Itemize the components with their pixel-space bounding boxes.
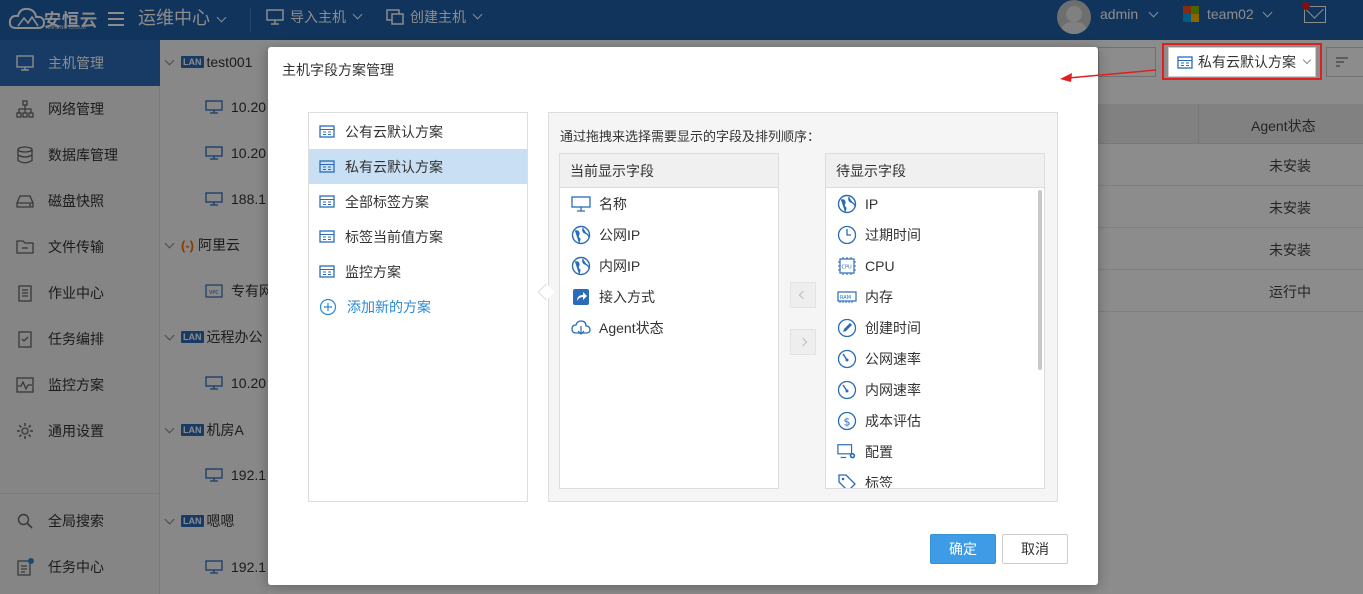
cloud-icon <box>571 318 591 338</box>
move-right-button[interactable] <box>790 329 816 355</box>
drag-hint: 通过拖拽来选择需要显示的字段及排列顺序： <box>560 129 821 144</box>
svg-text:CPU: CPU <box>842 264 853 270</box>
cancel-button[interactable]: 取消 <box>1002 534 1068 564</box>
scheme-item-monitoring[interactable]: 监控方案 <box>309 254 527 289</box>
confirm-button[interactable]: 确定 <box>930 534 996 564</box>
field-label: 配置 <box>865 443 893 460</box>
field-label: IP <box>865 195 879 212</box>
field-label: Agent状态 <box>599 319 664 336</box>
globe-icon <box>571 256 591 276</box>
plus-circle-icon <box>319 298 337 315</box>
scheme-label: 全部标签方案 <box>345 193 429 210</box>
ram-icon: RAM <box>837 287 857 307</box>
field-item-private-ip[interactable]: 内网IP <box>560 250 778 281</box>
scheme-label: 公有云默认方案 <box>345 123 443 140</box>
field-label: 接入方式 <box>599 288 655 305</box>
highlight-box <box>1162 43 1322 80</box>
field-item-public-rate[interactable]: 公网速率 <box>826 343 1044 374</box>
field-item-create-time[interactable]: 创建时间 <box>826 312 1044 343</box>
chevron-right-icon <box>798 337 808 347</box>
scheme-item-tag-current-value[interactable]: 标签当前值方案 <box>309 219 527 254</box>
add-scheme-button[interactable]: 添加新的方案 <box>309 289 527 324</box>
field-item-cost-estimate[interactable]: $ 成本评估 <box>826 405 1044 436</box>
cpu-icon: CPU <box>837 256 857 276</box>
table-icon <box>319 195 335 208</box>
svg-text:RAM: RAM <box>840 295 851 301</box>
field-item-name[interactable]: 名称 <box>560 188 778 219</box>
svg-text:$: $ <box>844 415 851 428</box>
field-item-expire-time[interactable]: 过期时间 <box>826 219 1044 250</box>
field-scheme-modal: 主机字段方案管理 公有云默认方案 私有云默认方案 全部标签方案 标签当前值方案 … <box>268 47 1098 585</box>
field-label: 名称 <box>599 195 627 212</box>
gauge-icon <box>837 380 857 400</box>
tag-icon <box>837 473 857 488</box>
pencil-icon <box>837 318 857 338</box>
scheme-label: 监控方案 <box>345 263 401 280</box>
table-icon <box>319 160 335 173</box>
clock-icon <box>837 225 857 245</box>
scheme-item-all-tags[interactable]: 全部标签方案 <box>309 184 527 219</box>
globe-icon <box>837 194 857 214</box>
field-config-panel: 通过拖拽来选择需要显示的字段及排列顺序： 当前显示字段 名称 公网IP 内网IP… <box>548 112 1058 502</box>
annotation-arrow-icon <box>1060 69 1157 82</box>
modal-title: 主机字段方案管理 <box>282 62 394 78</box>
current-fields-title: 当前显示字段 <box>560 154 778 188</box>
field-item-memory[interactable]: RAM 内存 <box>826 281 1044 312</box>
field-label: 成本评估 <box>865 412 921 429</box>
table-icon <box>319 230 335 243</box>
field-item-public-ip[interactable]: 公网IP <box>560 219 778 250</box>
scheme-item-public-cloud[interactable]: 公有云默认方案 <box>309 114 527 149</box>
field-label: 过期时间 <box>865 226 921 243</box>
pending-fields-list: 待显示字段 IP 过期时间 CPU CPU RAM 内存 创建时间 公网速率 内… <box>825 153 1045 489</box>
field-item-private-rate[interactable]: 内网速率 <box>826 374 1044 405</box>
scheme-list: 公有云默认方案 私有云默认方案 全部标签方案 标签当前值方案 监控方案 添加新的… <box>308 112 528 502</box>
field-item-ip[interactable]: IP <box>826 188 1044 219</box>
scheme-label: 私有云默认方案 <box>345 158 443 175</box>
field-label: 内网速率 <box>865 381 921 398</box>
globe-icon <box>571 225 591 245</box>
table-icon <box>319 265 335 278</box>
field-item-cpu[interactable]: CPU CPU <box>826 250 1044 281</box>
field-item-agent-status[interactable]: Agent状态 <box>560 312 778 343</box>
scheme-label: 标签当前值方案 <box>345 228 443 245</box>
share-icon <box>571 287 591 307</box>
chevron-left-icon <box>798 290 808 300</box>
monitor-icon <box>571 194 591 214</box>
scheme-item-private-cloud[interactable]: 私有云默认方案 <box>309 149 527 184</box>
field-label: 公网速率 <box>865 350 921 367</box>
config-icon <box>837 442 857 462</box>
scrollbar[interactable] <box>1038 190 1042 370</box>
field-label: 内网IP <box>599 257 641 274</box>
move-left-button[interactable] <box>790 282 816 308</box>
dollar-icon: $ <box>837 411 857 431</box>
field-label: 标签 <box>865 474 893 489</box>
field-item-config[interactable]: 配置 <box>826 436 1044 467</box>
field-label: CPU <box>865 257 895 274</box>
current-fields-list: 当前显示字段 名称 公网IP 内网IP 接入方式 Agent状态 <box>559 153 779 489</box>
gauge-icon <box>837 349 857 369</box>
add-scheme-label: 添加新的方案 <box>347 298 431 315</box>
pending-fields-title: 待显示字段 <box>826 154 1044 188</box>
table-icon <box>319 125 335 138</box>
field-label: 内存 <box>865 288 893 305</box>
field-label: 创建时间 <box>865 319 921 336</box>
field-item-access-method[interactable]: 接入方式 <box>560 281 778 312</box>
field-item-tag[interactable]: 标签 <box>826 467 1044 489</box>
field-label: 公网IP <box>599 226 641 243</box>
